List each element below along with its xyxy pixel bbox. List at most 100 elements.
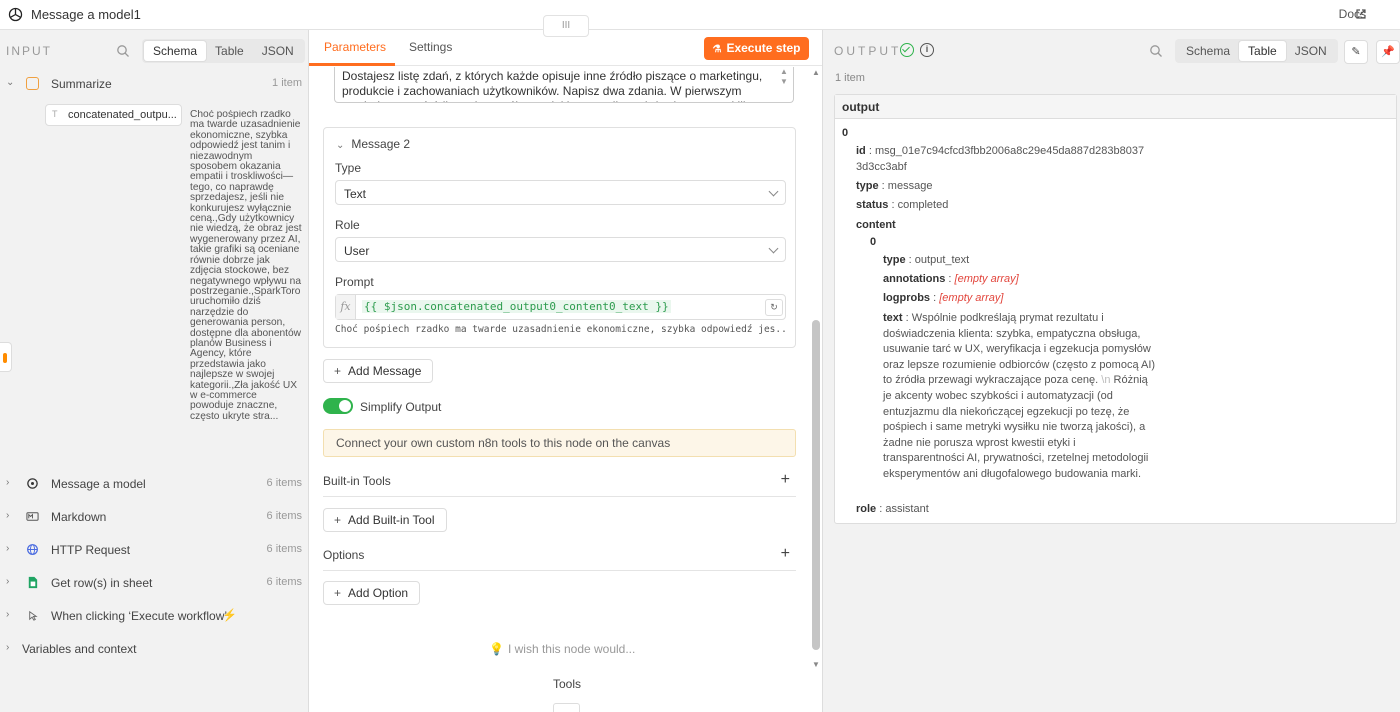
- execute-step-label: Execute step: [726, 41, 801, 55]
- type-select[interactable]: Text: [335, 180, 786, 205]
- sheets-icon: [28, 576, 38, 589]
- simplify-output-toggle[interactable]: [323, 398, 353, 414]
- chevron-down-icon: ⌄: [336, 140, 345, 151]
- add-builtin-plus-icon[interactable]: +: [781, 471, 790, 489]
- openai-icon: [27, 478, 38, 489]
- edit-pencil-icon[interactable]: ✎: [1344, 40, 1368, 64]
- field-value: Choć pośpiech rzadko ma twarde uzasadnie…: [190, 110, 302, 422]
- role-select[interactable]: User: [335, 237, 786, 262]
- chevron-right-icon: ›: [6, 609, 10, 620]
- node-label: Variables and context: [22, 642, 137, 656]
- feedback-label: I wish this node would...: [507, 642, 636, 656]
- expression-preview: Choć pośpiech rzadko ma twarde uzasadnie…: [335, 324, 786, 335]
- tree-node-manual-trigger[interactable]: › When clicking ‘Execute workflow’ ⚡: [0, 605, 305, 627]
- node-count: 6 items: [266, 510, 302, 522]
- input-view-schema[interactable]: Schema: [144, 41, 207, 61]
- field-type: type : message: [856, 180, 933, 192]
- prompt-expression-field[interactable]: fx {{ $json.concatenated_output0_content…: [335, 294, 786, 320]
- parameters-panel: Parameters Settings ⚗ Execute step Dostaj…: [309, 30, 823, 712]
- tools-label: Tools: [553, 677, 582, 691]
- node-label: Message a model: [51, 477, 146, 491]
- open-expression-icon[interactable]: ↻: [765, 299, 783, 316]
- tab-parameters[interactable]: Parameters: [324, 40, 386, 54]
- info-icon[interactable]: i: [920, 43, 934, 57]
- field-logprobs: logprobs : [empty array]: [883, 292, 1004, 304]
- scrollbar-thumb[interactable]: [812, 320, 820, 650]
- execute-step-button[interactable]: ⚗ Execute step: [704, 37, 809, 60]
- prompt-label: Prompt: [335, 275, 374, 289]
- field-role: role : assistant: [856, 503, 929, 515]
- markdown-icon: [26, 512, 39, 521]
- schema-field-chip[interactable]: T concatenated_outpu...: [45, 104, 182, 126]
- chevron-right-icon: ›: [6, 642, 10, 653]
- add-option-plus-icon[interactable]: +: [781, 545, 790, 563]
- add-option-button[interactable]: + Add Option: [323, 581, 421, 605]
- tab-settings[interactable]: Settings: [409, 40, 452, 54]
- canvas-collapse-tab[interactable]: [0, 342, 12, 372]
- output-view-json[interactable]: JSON: [1286, 41, 1336, 61]
- add-message-label: Add Message: [348, 364, 422, 378]
- simplify-output-label: Simplify Output: [360, 400, 442, 414]
- chevron-down-icon: [768, 186, 779, 197]
- plus-icon: +: [334, 513, 342, 527]
- chevron-right-icon: ›: [6, 576, 10, 587]
- message1-text: Dostajesz listę zdań, z których każde op…: [342, 69, 763, 102]
- field-id: id : msg_01e7c94cfcd3fbb2006a8c29e45da88…: [856, 145, 1145, 173]
- field-name: concatenated_outpu...: [68, 109, 177, 121]
- panel-drag-handle[interactable]: III: [543, 15, 589, 37]
- tools-connector[interactable]: [553, 703, 580, 712]
- output-panel: OUTPUT i Schema Table JSON ✎ 📌 1 item ou…: [823, 30, 1400, 712]
- field-content: content: [856, 219, 896, 231]
- active-tab-indicator: [309, 63, 395, 66]
- add-message-button[interactable]: + Add Message: [323, 359, 434, 383]
- tree-node-variables[interactable]: › Variables and context: [0, 638, 305, 660]
- add-builtin-tool-button[interactable]: + Add Built-in Tool: [323, 508, 447, 532]
- globe-icon: [27, 544, 38, 555]
- tree-node-get-rows-in-sheet[interactable]: › Get row(s) in sheet 6 items: [0, 572, 305, 594]
- tree-node-http-request[interactable]: › HTTP Request 6 items: [0, 539, 305, 561]
- cursor-icon: [29, 610, 38, 621]
- external-link-icon[interactable]: [1355, 8, 1367, 20]
- builtin-tools-label: Built-in Tools: [323, 474, 391, 488]
- chevron-right-icon: ›: [6, 477, 10, 488]
- output-table: output 0 id : msg_01e7c94cfcd3fbb2006a8c…: [834, 94, 1397, 524]
- input-panel: INPUT Schema Table JSON ⌄ Summarize 1 it…: [0, 30, 309, 712]
- scroll-down-arrow[interactable]: ▼: [812, 660, 820, 669]
- role-label: Role: [335, 218, 360, 232]
- title-bar: Message a model1 Docs: [0, 0, 1400, 30]
- field-annotations: annotations : [empty array]: [883, 273, 1019, 285]
- tree-node-summarize[interactable]: ⌄ Summarize 1 item: [0, 73, 305, 95]
- add-option-label: Add Option: [348, 586, 409, 600]
- textarea-scroll-arrows[interactable]: ▲ ▼: [780, 67, 790, 87]
- output-view-schema[interactable]: Schema: [1177, 41, 1239, 61]
- fx-icon: fx: [336, 295, 356, 319]
- builtin-tools-section: Built-in Tools +: [323, 471, 796, 497]
- node-label: HTTP Request: [51, 543, 131, 557]
- node-label: Get row(s) in sheet: [51, 576, 153, 590]
- openai-logo-icon: [8, 7, 23, 22]
- message-2-header[interactable]: ⌄ Message 2: [336, 137, 410, 151]
- type-label: Type: [335, 161, 362, 175]
- output-item-count: 1 item: [835, 72, 865, 84]
- field-status: status : completed: [856, 199, 949, 211]
- tree-node-message-a-model[interactable]: › Message a model 6 items: [0, 473, 305, 495]
- lightning-icon: ⚡: [222, 608, 237, 622]
- input-view-table[interactable]: Table: [206, 41, 253, 61]
- node-count: 6 items: [266, 477, 302, 489]
- search-icon[interactable]: [116, 44, 130, 58]
- input-view-json[interactable]: JSON: [253, 41, 303, 61]
- pin-icon[interactable]: 📌: [1376, 40, 1400, 64]
- flask-icon: ⚗: [712, 44, 722, 55]
- message1-textarea[interactable]: Dostajesz listę zdań, z których każde op…: [334, 67, 794, 103]
- output-view-table[interactable]: Table: [1239, 41, 1286, 61]
- search-icon[interactable]: [1149, 44, 1163, 58]
- tree-node-markdown[interactable]: › Markdown 6 items: [0, 506, 305, 528]
- type-value: Text: [344, 187, 367, 201]
- feedback-link[interactable]: 💡 I wish this node would...: [489, 642, 635, 656]
- message-2-card: ⌄ Message 2 Type Text Role User Prompt fx…: [323, 127, 796, 348]
- add-builtin-tool-label: Add Built-in Tool: [348, 513, 435, 527]
- node-count: 6 items: [266, 576, 302, 588]
- chevron-down-icon: [768, 243, 779, 254]
- scroll-up-arrow[interactable]: ▲: [812, 68, 820, 77]
- output-heading: OUTPUT: [834, 44, 902, 58]
